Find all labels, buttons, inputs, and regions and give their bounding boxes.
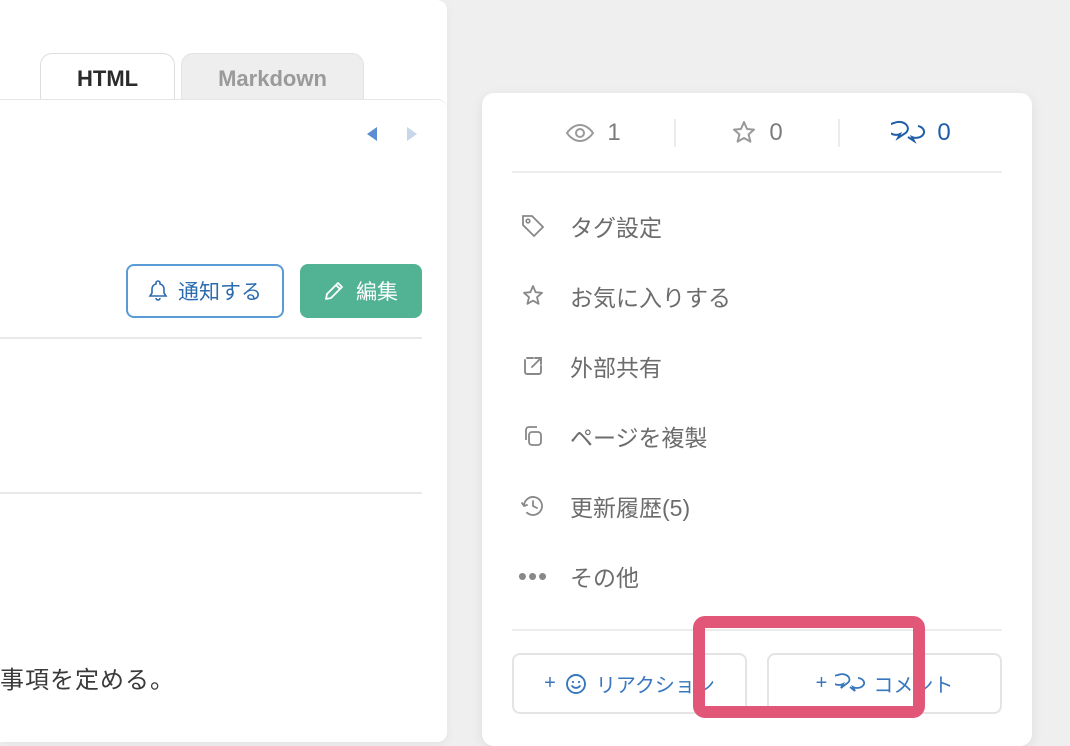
reaction-label: リアクション — [596, 669, 715, 698]
menu-duplicate-label: ページを複製 — [570, 419, 708, 453]
main-body: 通知する 編集 事項を定める。 — [0, 99, 447, 742]
arrow-left-icon[interactable] — [365, 124, 391, 144]
arrow-right-icon[interactable] — [393, 124, 419, 144]
body-text: 事項を定める。 — [0, 660, 175, 695]
plus-icon: + — [544, 672, 556, 695]
comment-label: コメント — [873, 669, 953, 698]
add-reaction-button[interactable]: + リアクション — [512, 653, 747, 714]
divider — [0, 492, 422, 494]
edit-button[interactable]: 編集 — [300, 264, 422, 318]
tab-html[interactable]: HTML — [40, 53, 175, 104]
add-comment-button[interactable]: + コメント — [767, 653, 1002, 714]
notify-button[interactable]: 通知する — [126, 264, 284, 318]
views-count: 1 — [607, 119, 620, 147]
menu-favorite[interactable]: お気に入りする — [482, 261, 1032, 331]
smile-icon — [564, 672, 588, 696]
bell-icon — [148, 280, 168, 302]
tag-icon — [518, 213, 548, 239]
stat-views[interactable]: 1 — [512, 119, 676, 147]
menu-history[interactable]: 更新履歴(5) — [482, 471, 1032, 541]
star-icon — [731, 120, 757, 146]
menu-other-label: その他 — [570, 559, 639, 593]
stat-comments[interactable]: 0 — [840, 119, 1002, 147]
tabs-row: HTML Markdown — [40, 53, 364, 104]
stat-stars[interactable]: 0 — [676, 119, 840, 147]
comments-icon — [835, 672, 865, 696]
menu-share-label: 外部共有 — [570, 349, 662, 383]
menu-history-label: 更新履歴(5) — [570, 489, 690, 523]
comments-count: 0 — [937, 119, 950, 147]
menu-duplicate[interactable]: ページを複製 — [482, 401, 1032, 471]
edit-label: 編集 — [356, 276, 398, 306]
pencil-icon — [324, 281, 344, 301]
plus-icon: + — [816, 672, 828, 695]
button-row: 通知する 編集 — [126, 264, 422, 318]
nav-arrows — [365, 124, 419, 144]
notify-label: 通知する — [178, 276, 262, 306]
tab-markdown[interactable]: Markdown — [181, 53, 364, 104]
stars-count: 0 — [769, 119, 782, 147]
menu-other[interactable]: ••• その他 — [482, 541, 1032, 611]
comments-icon — [891, 120, 925, 146]
copy-icon — [518, 424, 548, 448]
divider — [0, 337, 422, 339]
menu-favorite-label: お気に入りする — [570, 279, 731, 313]
main-content-column: HTML Markdown 通知する 編集 — [0, 0, 447, 742]
side-menu: タグ設定 お気に入りする 外部共有 ページを複製 更新履歴(5) — [482, 173, 1032, 617]
action-row: + リアクション + コメント — [482, 631, 1032, 740]
menu-tag[interactable]: タグ設定 — [482, 191, 1032, 261]
side-panel: 1 0 0 タグ設定 お気に入りする — [482, 93, 1032, 746]
stats-row: 1 0 0 — [482, 93, 1032, 171]
star-icon — [518, 284, 548, 308]
eye-icon — [565, 122, 595, 144]
external-link-icon — [518, 354, 548, 378]
menu-share[interactable]: 外部共有 — [482, 331, 1032, 401]
menu-tag-label: タグ設定 — [570, 209, 662, 243]
history-icon — [518, 493, 548, 519]
